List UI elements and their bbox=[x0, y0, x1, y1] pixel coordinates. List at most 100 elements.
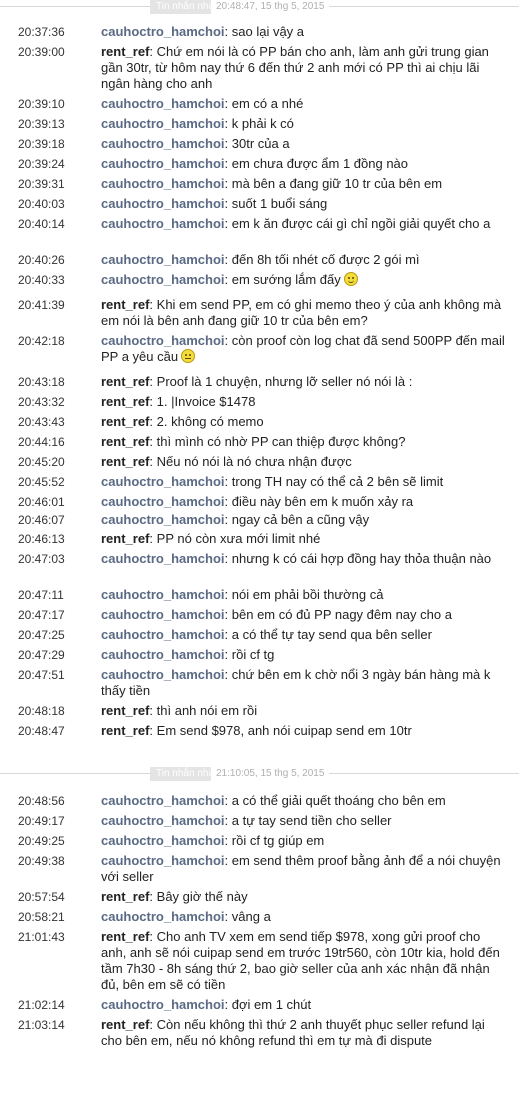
message-body: cauhoctro_hamchoi: điều này bên em k muố… bbox=[101, 494, 505, 510]
message-sender: cauhoctro_hamchoi bbox=[101, 551, 225, 566]
sender-separator: : bbox=[149, 929, 157, 944]
message-text: thì mình có nhờ PP can thiệp được không? bbox=[156, 434, 406, 449]
message-time: 21:03:14 bbox=[18, 1018, 65, 1032]
message-sender: cauhoctro_hamchoi bbox=[101, 96, 225, 111]
message-sender: rent_ref bbox=[101, 394, 150, 409]
message-time: 20:48:56 bbox=[18, 794, 65, 808]
message-sender: cauhoctro_hamchoi bbox=[101, 587, 225, 602]
message-sender: rent_ref bbox=[101, 434, 150, 449]
message-time: 20:39:00 bbox=[18, 45, 65, 59]
sender-separator: : bbox=[149, 394, 157, 409]
message-text: 1. |Invoice $1478 bbox=[156, 394, 256, 409]
message-body: cauhoctro_hamchoi: em có a nhé bbox=[101, 96, 505, 112]
message-time: 20:43:43 bbox=[18, 415, 65, 429]
sender-separator: : bbox=[224, 136, 232, 151]
message-time: 20:43:18 bbox=[18, 375, 65, 389]
message-body: cauhoctro_hamchoi: em send thêm proof bằ… bbox=[101, 853, 505, 885]
sender-separator: : bbox=[224, 551, 232, 566]
message-text: đợi em 1 chút bbox=[231, 997, 312, 1012]
message-text: a có thể tự tay send qua bên seller bbox=[231, 627, 432, 642]
message-sender: rent_ref bbox=[101, 374, 150, 389]
message-sender: cauhoctro_hamchoi bbox=[101, 156, 225, 171]
message-body: rent_ref: Còn nếu không thì thứ 2 anh th… bbox=[101, 1017, 505, 1049]
message-text: Proof là 1 chuyện, nhưng lỡ seller nó nó… bbox=[156, 374, 413, 389]
message-time: 20:47:11 bbox=[18, 588, 64, 602]
message-body: cauhoctro_hamchoi: nói em phải bồi thườn… bbox=[101, 587, 505, 603]
message-text: Em send $978, anh nói cuipap send em 10t… bbox=[156, 723, 412, 738]
message-body: cauhoctro_hamchoi: k phải k có bbox=[101, 116, 505, 132]
message-text: thì anh nói em rồi bbox=[156, 703, 258, 718]
message-body: cauhoctro_hamchoi: bên em có đủ PP nagy … bbox=[101, 607, 505, 623]
sender-separator: : bbox=[224, 24, 232, 39]
message-time: 20:42:18 bbox=[18, 334, 65, 348]
message-text: 30tr của a bbox=[231, 136, 290, 151]
message-text: nói em phải bồi thường cả bbox=[231, 587, 384, 602]
message-sender: cauhoctro_hamchoi bbox=[101, 272, 225, 287]
message-sender: cauhoctro_hamchoi bbox=[101, 997, 225, 1012]
message-text: điều này bên em k muốn xảy ra bbox=[231, 494, 414, 509]
message-text: Còn nếu không thì thứ 2 anh thuyết phục … bbox=[101, 1017, 485, 1048]
message-body: rent_ref: Bây giờ thế này bbox=[101, 889, 505, 905]
message-body: cauhoctro_hamchoi: em chưa được ẩm 1 đồn… bbox=[101, 156, 505, 172]
sender-separator: : bbox=[224, 909, 232, 924]
message-body: rent_ref: Cho anh TV xem em send tiếp $9… bbox=[101, 929, 505, 993]
message-time: 20:37:36 bbox=[18, 25, 65, 39]
message-text: rồi cf tg bbox=[231, 647, 275, 662]
message-body: cauhoctro_hamchoi: a có thể tự tay send … bbox=[101, 627, 505, 643]
message-sender: cauhoctro_hamchoi bbox=[101, 793, 225, 808]
message-time: 20:40:14 bbox=[18, 217, 65, 231]
message-time: 20:39:13 bbox=[18, 117, 65, 131]
sender-separator: : bbox=[224, 474, 232, 489]
sender-separator: : bbox=[224, 647, 232, 662]
sender-separator: : bbox=[224, 793, 232, 808]
sender-separator: : bbox=[224, 667, 232, 682]
message-body: cauhoctro_hamchoi: đợi em 1 chút bbox=[101, 997, 505, 1013]
sender-separator: : bbox=[224, 96, 232, 111]
message-body: rent_ref: PP nó còn xưa mới limit nhé bbox=[101, 531, 505, 547]
message-time: 20:46:13 bbox=[18, 532, 65, 546]
sender-separator: : bbox=[149, 454, 157, 469]
message-time: 20:47:03 bbox=[18, 552, 65, 566]
message-text: nhưng k có cái hợp đồng hay thỏa thuận n… bbox=[231, 551, 492, 566]
message-time: 20:45:20 bbox=[18, 455, 65, 469]
message-text: 2. không có memo bbox=[156, 414, 264, 429]
message-sender: cauhoctro_hamchoi bbox=[101, 333, 225, 348]
message-time: 20:41:39 bbox=[18, 298, 65, 312]
message-text: sao lại vậy a bbox=[231, 24, 305, 39]
sender-separator: : bbox=[224, 627, 232, 642]
message-body: rent_ref: Khi em send PP, em có ghi memo… bbox=[101, 297, 505, 329]
message-sender: cauhoctro_hamchoi bbox=[101, 512, 225, 527]
message-body: cauhoctro_hamchoi: nhưng k có cái hợp đồ… bbox=[101, 551, 505, 567]
message-body: cauhoctro_hamchoi: đến 8h tối nhét cố đư… bbox=[101, 252, 505, 268]
message-sender: rent_ref bbox=[101, 414, 150, 429]
sender-separator: : bbox=[224, 272, 232, 287]
message-body: rent_ref: Proof là 1 chuyện, nhưng lỡ se… bbox=[101, 374, 505, 390]
message-sender: cauhoctro_hamchoi bbox=[101, 627, 225, 642]
message-body: cauhoctro_hamchoi: rồi cf tg bbox=[101, 647, 505, 663]
message-time: 20:47:25 bbox=[18, 628, 65, 642]
message-text: em sướng lắm đấy bbox=[231, 272, 341, 287]
message-body: cauhoctro_hamchoi: mà bên a đang giữ 10 … bbox=[101, 176, 505, 192]
message-text: đến 8h tối nhét cố được 2 gói mì bbox=[231, 252, 420, 267]
message-text: Chứ em nói là có PP bán cho anh, làm anh… bbox=[101, 44, 489, 91]
sender-separator: : bbox=[224, 333, 232, 348]
message-time: 20:49:25 bbox=[18, 834, 65, 848]
message-sender: cauhoctro_hamchoi bbox=[101, 647, 225, 662]
message-time: 20:47:51 bbox=[18, 668, 65, 682]
message-sender: cauhoctro_hamchoi bbox=[101, 196, 225, 211]
message-text: PP nó còn xưa mới limit nhé bbox=[156, 531, 321, 546]
message-time: 21:01:43 bbox=[18, 930, 65, 944]
message-body: rent_ref: 1. |Invoice $1478 bbox=[101, 394, 505, 410]
message-text: trong TH nay có thể cả 2 bên sẽ limit bbox=[231, 474, 444, 489]
message-body: cauhoctro_hamchoi: 30tr của a bbox=[101, 136, 505, 152]
message-sender: cauhoctro_hamchoi bbox=[101, 24, 225, 39]
sender-separator: : bbox=[149, 889, 157, 904]
sender-separator: : bbox=[224, 587, 232, 602]
message-time: 20:40:26 bbox=[18, 253, 65, 267]
message-sender: rent_ref bbox=[101, 1017, 150, 1032]
message-text: k phải k có bbox=[231, 116, 294, 131]
message-text: em k ăn được cái gì chỉ ngồi giải quyết … bbox=[231, 216, 491, 231]
message-sender: rent_ref bbox=[101, 297, 150, 312]
message-time: 20:40:03 bbox=[18, 197, 65, 211]
message-sender: cauhoctro_hamchoi bbox=[101, 909, 225, 924]
